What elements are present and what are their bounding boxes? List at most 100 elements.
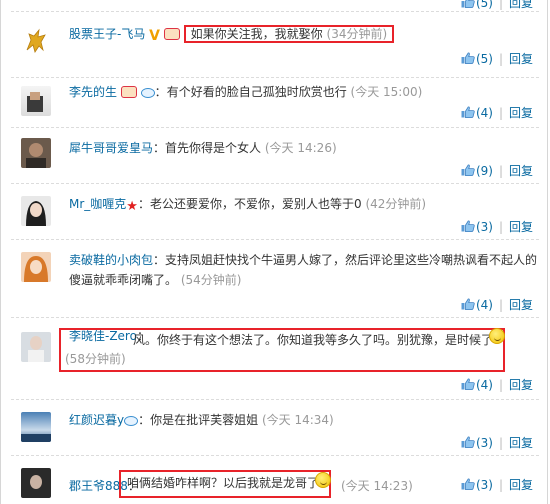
person-avatar-icon <box>27 92 43 112</box>
comment-time: (今天 14:26) <box>264 141 337 155</box>
person-avatar-icon <box>30 475 42 489</box>
reply-button[interactable]: 回复 <box>509 298 533 312</box>
comment-text: 老公还要爱你，不爱你，爱别人也等于0 <box>149 197 362 211</box>
avatar[interactable] <box>21 252 51 282</box>
user-name[interactable]: 卖破鞋的小肉包 <box>69 253 153 267</box>
comment-text: 首先你得是个女人 <box>165 141 262 155</box>
like-button[interactable]: (5) <box>461 0 493 10</box>
user-name[interactable]: 红颜迟暮y <box>69 413 124 427</box>
comment-actions: (4) | 回复 <box>461 376 533 393</box>
person-avatar-icon <box>26 201 46 226</box>
pegasus-avatar-icon <box>26 28 46 53</box>
user-name[interactable]: 股票王子-飞马 <box>69 27 145 41</box>
comment-actions: (4) | 回复 <box>461 104 533 121</box>
comment-item: Mr_咖喱克★：老公还要爱你，不爱你，爱别人也等于0 (42分钟前) (3) | 回… <box>11 184 539 240</box>
comment-text: 你是在批评芙蓉姐姐 <box>150 413 259 427</box>
like-button[interactable]: (3) <box>461 436 493 450</box>
like-button[interactable]: (4) <box>461 106 493 120</box>
like-button[interactable]: (5) <box>461 52 493 66</box>
thumb-up-icon <box>461 436 475 448</box>
user-name[interactable]: 李先的生 <box>69 85 117 99</box>
reply-button[interactable]: 回复 <box>509 436 533 450</box>
comment-actions: (3) | 回复 <box>461 434 533 451</box>
like-count: (5) <box>475 52 493 66</box>
thumb-up-icon <box>461 378 475 390</box>
comment-actions: (5) | 回复 <box>461 0 533 11</box>
user-name[interactable]: 犀牛哥哥爱皇马 <box>69 141 153 155</box>
comment-body: 红颜迟暮y ：你是在批评芙蓉姐姐 (今天 14:34) <box>69 413 334 427</box>
reply-button[interactable]: 回复 <box>509 220 533 234</box>
like-count: (5) <box>475 0 493 10</box>
comment-body: 股票王子-飞马 V 如果你关注我，我就娶你 (34分钟前) <box>69 24 529 46</box>
comment-actions: (5) | 回复 <box>461 50 533 67</box>
reply-button[interactable]: 回复 <box>509 52 533 66</box>
comment-body: 犀牛哥哥爱皇马：首先你得是个女人 (今天 14:26) <box>69 141 337 155</box>
reply-button[interactable]: 回复 <box>509 164 533 178</box>
comment-item: 李先的生 ：有个好看的脸自己孤独时欣赏也行 (今天 15:00) (4) | 回复 <box>11 78 539 128</box>
avatar[interactable] <box>21 412 51 442</box>
member-badge-icon <box>120 86 137 98</box>
avatar[interactable] <box>21 138 51 168</box>
highlighted-comment: 咱俩结婚咋样啊？以后我就是龙哥了 <box>119 470 331 498</box>
eye-badge-icon <box>140 88 155 98</box>
comment-body: 卖破鞋的小肉包：支持凤姐赶快找个牛逼男人嫁了，然后评论里这些冷嘲热讽看不起人的 … <box>69 253 538 287</box>
user-name[interactable]: Mr_咖喱克 <box>69 197 126 211</box>
like-count: (4) <box>475 378 493 392</box>
comment-item: 犀牛哥哥爱皇马：首先你得是个女人 (今天 14:26) (9) | 回复 <box>11 128 539 184</box>
like-count: (3) <box>475 478 493 492</box>
highlighted-comment: 风。你终于有这个想法了。你知道我等多久了吗。别犹豫，是时候了 (58分钟前) <box>59 328 505 372</box>
comment-text: 有个好看的脸自己孤独时欣赏也行 <box>166 85 347 99</box>
like-count: (3) <box>475 220 493 234</box>
comment-body: Mr_咖喱克★：老公还要爱你，不爱你，爱别人也等于0 (42分钟前) <box>69 194 529 217</box>
comment-time: (今天 14:23) <box>341 479 413 493</box>
avatar[interactable] <box>21 26 51 56</box>
comment-actions: (3) | 回复 <box>461 218 533 235</box>
comment-item: (5) | 回复 <box>11 0 539 12</box>
like-button[interactable]: (3) <box>461 220 493 234</box>
comment-item: 李晓佳-Zero： 风。你终于有这个想法了。你知道我等多久了吗。别犹豫，是时候了… <box>11 318 539 400</box>
like-button[interactable]: (9) <box>461 164 493 178</box>
thumb-up-icon <box>461 298 475 310</box>
like-button[interactable]: (4) <box>461 378 493 392</box>
thumb-up-icon <box>461 0 475 8</box>
like-count: (9) <box>475 164 493 178</box>
comment-text: 咱俩结婚咋样啊？以后我就是龙哥了 <box>127 476 320 490</box>
like-button[interactable]: (3) <box>461 478 493 492</box>
comment-actions: (4) | 回复 <box>461 296 533 313</box>
reply-button[interactable]: 回复 <box>509 106 533 120</box>
thumb-up-icon <box>461 164 475 176</box>
comment-item: 股票王子-飞马 V 如果你关注我，我就娶你 (34分钟前) (5) | 回复 <box>11 12 539 78</box>
highlighted-comment: 如果你关注我，我就娶你 (34分钟前) <box>183 25 395 43</box>
reply-button[interactable]: 回复 <box>509 378 533 392</box>
comment-actions: (3) | 回复 <box>461 476 533 493</box>
landscape-avatar-icon <box>21 434 51 442</box>
eye-badge-icon <box>124 416 139 426</box>
comment-item: 卖破鞋的小肉包：支持凤姐赶快找个牛逼男人嫁了，然后评论里这些冷嘲热讽看不起人的 … <box>11 240 539 318</box>
person-avatar-icon <box>28 336 44 362</box>
person-avatar-icon <box>24 256 48 282</box>
like-count: (3) <box>475 436 493 450</box>
avatar[interactable] <box>21 468 51 498</box>
comment-text: 支持凤姐赶快找个牛逼男人嫁了，然后评论里这些冷嘲热讽看不起人的 <box>165 253 538 267</box>
comment-text: 风。你终于有这个想法了。你知道我等多久了吗。别犹豫，是时候了 <box>133 333 494 347</box>
avatar[interactable] <box>21 86 51 116</box>
comment-time: (34分钟前) <box>326 27 388 41</box>
comment-time: (今天 14:34) <box>261 413 334 427</box>
avatar[interactable] <box>21 196 51 226</box>
comment-time: (今天 15:00) <box>350 85 423 99</box>
like-count: (4) <box>475 298 493 312</box>
comment-item: 红颜迟暮y ：你是在批评芙蓉姐姐 (今天 14:34) (3) | 回复 <box>11 400 539 456</box>
smile-emoji-icon <box>489 328 505 344</box>
comment-text-continued: 傻逼就乖乖闭嘴了。 <box>69 273 178 287</box>
comment-item: 郡王爷888： 咱俩结婚咋样啊？以后我就是龙哥了 (今天 14:23) (3) |… <box>11 456 539 504</box>
thumb-up-icon <box>461 220 475 232</box>
verified-v-icon: V <box>149 28 161 44</box>
reply-button[interactable]: 回复 <box>509 478 533 492</box>
comment-actions: (9) | 回复 <box>461 162 533 179</box>
person-avatar-icon <box>26 143 46 168</box>
comment-body: 李先的生 ：有个好看的脸自己孤独时欣赏也行 (今天 15:00) <box>69 85 423 99</box>
avatar[interactable] <box>21 332 51 362</box>
thumb-up-icon <box>461 478 475 490</box>
like-button[interactable]: (4) <box>461 298 493 312</box>
reply-button[interactable]: 回复 <box>509 0 533 10</box>
